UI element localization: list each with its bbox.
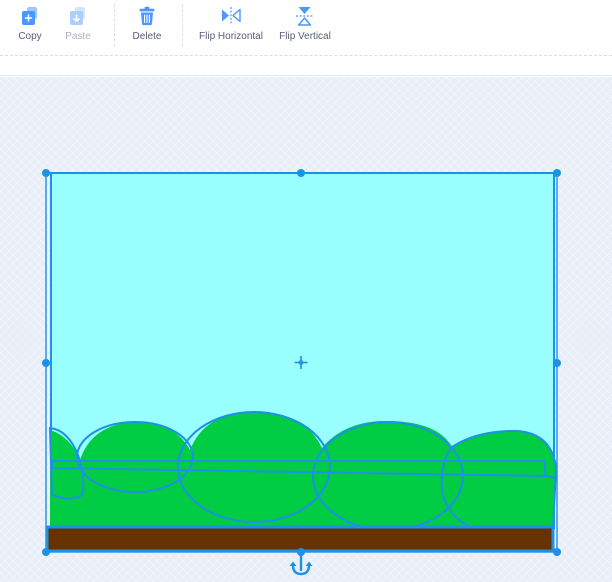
flip-vertical-label: Flip Vertical: [279, 31, 331, 42]
copy-icon: [19, 5, 41, 27]
paste-label: Paste: [65, 31, 91, 42]
toolbar: Copy Paste Delete Flip Horizontal Flip V…: [0, 0, 612, 56]
paint-canvas[interactable]: [0, 77, 612, 582]
flip-horizontal-label: Flip Horizontal: [199, 31, 263, 42]
flip-horizontal-button[interactable]: Flip Horizontal: [194, 0, 268, 50]
copy-label: Copy: [18, 31, 42, 42]
toolbar-divider: [114, 4, 115, 46]
delete-button[interactable]: Delete: [127, 0, 167, 50]
resize-handle-bottom-right: [553, 548, 561, 556]
paste-button[interactable]: Paste: [58, 0, 98, 50]
resize-handle-left: [42, 359, 50, 367]
flip-vertical-icon: [294, 5, 316, 27]
ground-shape[interactable]: [45, 525, 555, 553]
resize-handle-top-left: [42, 169, 50, 177]
costume-artwork: [42, 169, 561, 576]
copy-button[interactable]: Copy: [10, 0, 50, 50]
resize-handle-right: [553, 359, 561, 367]
delete-label: Delete: [132, 31, 162, 42]
toolbar-divider: [182, 4, 183, 46]
toolbar-subbar: [0, 56, 612, 76]
resize-handle-bottom: [297, 548, 305, 556]
paste-icon: [67, 5, 89, 27]
resize-handle-top-right: [553, 169, 561, 177]
rotate-handle-icon[interactable]: [289, 555, 313, 576]
trash-icon: [136, 5, 158, 27]
flip-vertical-button[interactable]: Flip Vertical: [274, 0, 336, 50]
resize-handle-bottom-left: [42, 548, 50, 556]
flip-horizontal-icon: [220, 5, 242, 27]
resize-handle-top: [297, 169, 305, 177]
